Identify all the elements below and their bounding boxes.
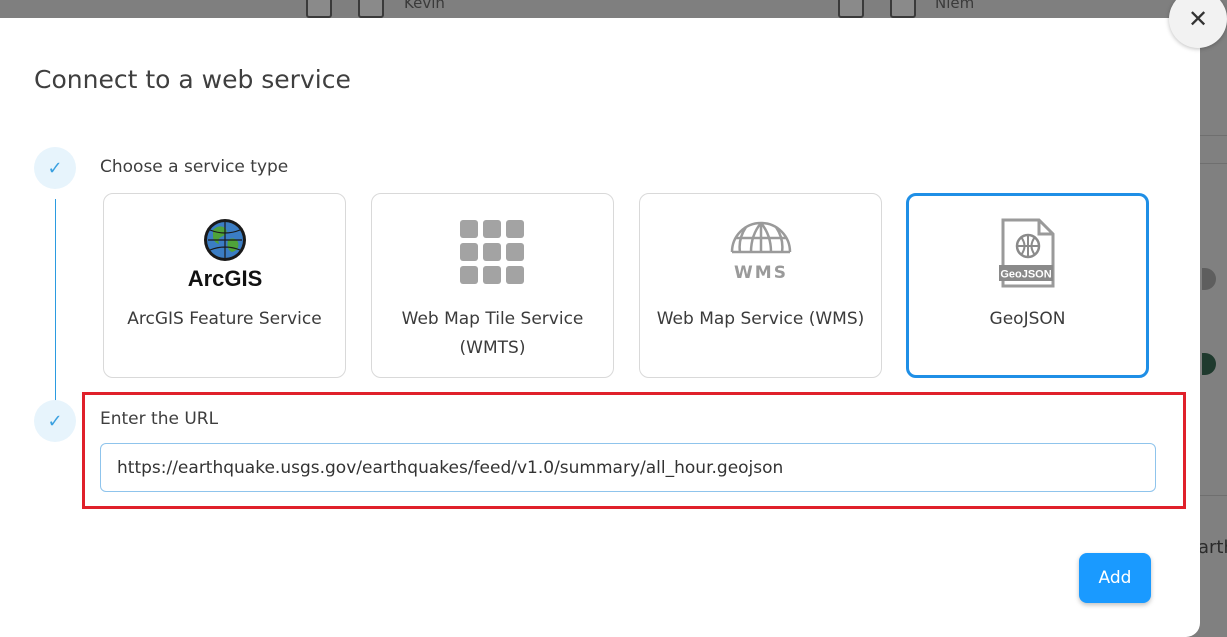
background-checkbox xyxy=(890,0,916,18)
service-label: Web Map Service (WMS) xyxy=(656,309,865,329)
dialog-title: Connect to a web service xyxy=(34,65,351,94)
step-connector xyxy=(55,199,56,407)
background-checkbox xyxy=(838,0,864,18)
service-label: ArcGIS Feature Service xyxy=(127,309,322,329)
service-card-geojson[interactable]: GeoJSON GeoJSON xyxy=(906,193,1149,378)
wms-globe-icon: WMS xyxy=(640,218,881,288)
url-input[interactable] xyxy=(100,443,1156,492)
service-label: Web Map Tile Service (WMTS) xyxy=(401,309,584,358)
tile-grid-icon xyxy=(372,218,613,288)
add-button[interactable]: Add xyxy=(1079,553,1151,603)
step-1-check-icon: ✓ xyxy=(34,147,76,189)
background-text: Niem xyxy=(935,0,975,12)
svg-text:ArcGIS: ArcGIS xyxy=(187,266,262,290)
background-header xyxy=(0,0,1227,18)
background-divider xyxy=(1200,135,1227,136)
service-card-wms[interactable]: WMS Web Map Service (WMS) xyxy=(639,193,882,378)
step-2-check-icon: ✓ xyxy=(34,400,76,442)
background-checkbox xyxy=(306,0,332,18)
service-label: GeoJSON xyxy=(989,309,1066,329)
service-card-wmts[interactable]: Web Map Tile Service (WMTS) xyxy=(371,193,614,378)
geojson-file-icon: GeoJSON xyxy=(909,218,1146,288)
step-2-label: Enter the URL xyxy=(100,409,219,429)
background-checkbox xyxy=(358,0,384,18)
connect-web-service-dialog: Connect to a web service ✓ Choose a serv… xyxy=(0,18,1200,637)
background-divider xyxy=(1200,495,1227,496)
background-text: Kevin xyxy=(404,0,445,12)
arcgis-logo-icon: ArcGIS xyxy=(104,218,345,290)
svg-text:WMS: WMS xyxy=(734,263,788,283)
background-divider xyxy=(1200,163,1227,164)
background-text: arth xyxy=(1198,537,1227,558)
service-card-arcgis[interactable]: ArcGIS ArcGIS Feature Service xyxy=(103,193,346,378)
svg-text:GeoJSON: GeoJSON xyxy=(1000,269,1051,281)
step-1-label: Choose a service type xyxy=(100,157,289,177)
close-icon: ✕ xyxy=(1187,5,1209,33)
